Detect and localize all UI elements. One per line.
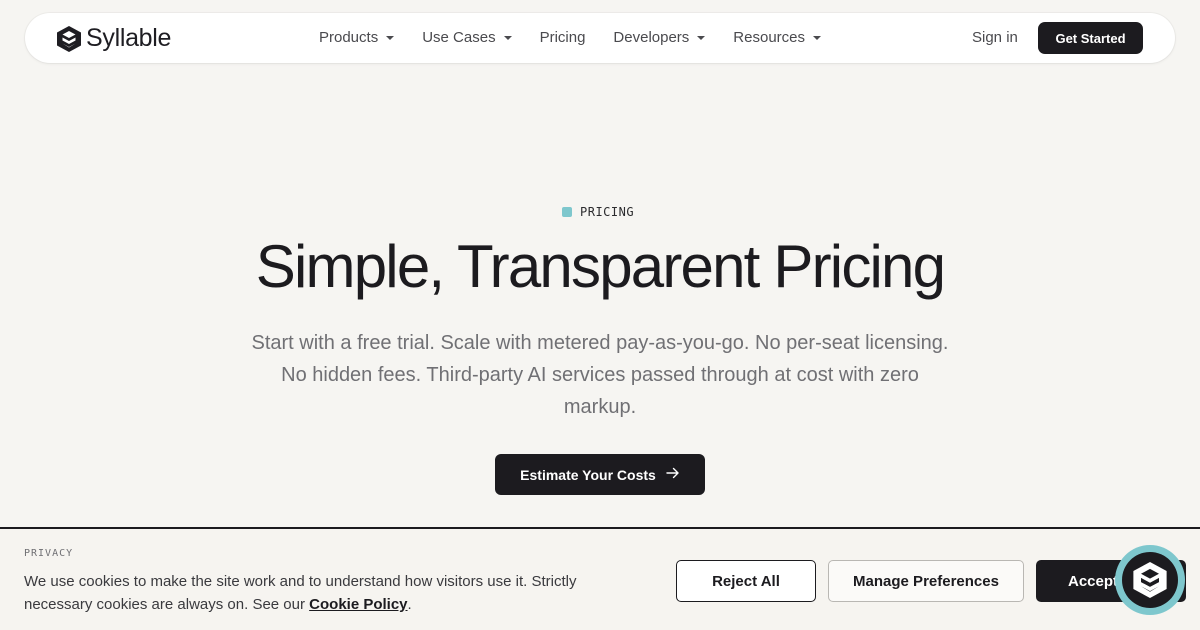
cookie-text-body: We use cookies to make the site work and… — [24, 573, 577, 613]
brand-logo[interactable]: Syllable — [56, 24, 171, 53]
chat-widget-inner — [1122, 552, 1178, 608]
menu-item-pricing[interactable]: Pricing — [540, 29, 586, 46]
chevron-down-icon — [813, 35, 821, 40]
menu-item-label: Products — [319, 29, 379, 46]
top-navbar: Syllable Products Use Cases Pricing Deve… — [25, 13, 1175, 63]
main-menu: Products Use Cases Pricing Developers Re… — [319, 29, 849, 46]
hero-subtext: Start with a free trial. Scale with mete… — [251, 332, 949, 418]
page-title: Simple, Transparent Pricing — [255, 233, 946, 300]
brand-name: Syllable — [86, 24, 172, 52]
cookie-policy-link[interactable]: Cookie Policy — [309, 596, 407, 613]
get-started-button[interactable]: Get Started — [1038, 22, 1143, 54]
square-bullet-icon — [562, 207, 572, 217]
reject-all-button[interactable]: Reject All — [676, 560, 816, 602]
cookie-banner-label: PRIVACY — [24, 548, 74, 559]
chevron-down-icon — [697, 35, 706, 40]
syllable-chat-icon — [1132, 560, 1168, 600]
chevron-down-icon — [386, 35, 395, 40]
manage-preferences-button[interactable]: Manage Preferences — [828, 560, 1024, 602]
menu-item-developers[interactable]: Developers — [613, 29, 706, 46]
cookie-text-end: . — [407, 596, 412, 613]
cookie-banner-text: We use cookies to make the site work and… — [24, 570, 634, 616]
menu-item-label: Pricing — [539, 29, 586, 46]
cookie-banner: PRIVACY We use cookies to make the site … — [0, 527, 1200, 630]
sign-in-link[interactable]: Sign in — [972, 29, 1018, 46]
menu-item-products[interactable]: Products — [319, 29, 395, 46]
estimate-costs-button[interactable]: Estimate Your Costs — [495, 454, 705, 495]
syllable-logo-icon — [56, 25, 82, 53]
menu-item-label: Developers — [613, 29, 690, 46]
chat-widget-button[interactable] — [1115, 545, 1185, 615]
menu-item-use-cases[interactable]: Use Cases — [422, 29, 512, 46]
cta-label: Estimate Your Costs — [520, 466, 656, 483]
chevron-down-icon — [503, 35, 512, 40]
eyebrow: PRICING — [562, 205, 634, 219]
menu-item-resources[interactable]: Resources — [733, 29, 821, 46]
menu-item-label: Use Cases — [422, 29, 496, 46]
arrow-right-icon — [666, 466, 680, 484]
menu-item-label: Resources — [733, 29, 805, 46]
eyebrow-label: PRICING — [580, 205, 635, 219]
